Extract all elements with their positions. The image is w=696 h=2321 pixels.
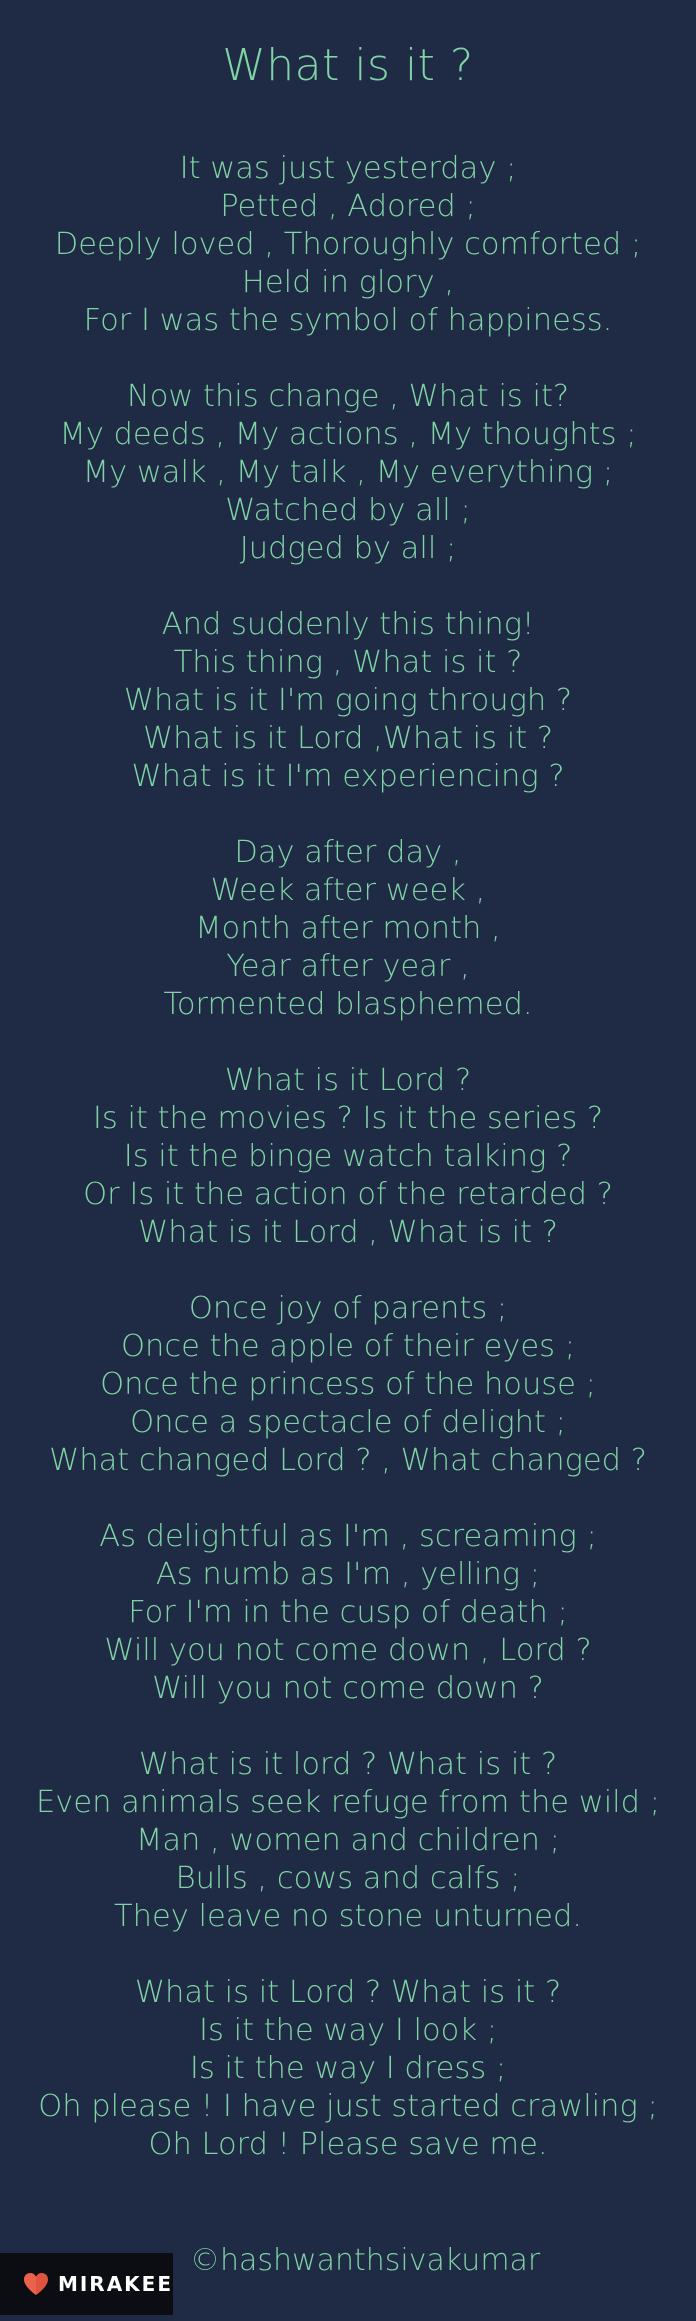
poem-line: Now this change , What is it? [126,379,570,414]
poem-line: Year after year , [226,949,470,984]
stanza: What is it Lord ? What is it ? Is it the… [0,1974,696,2164]
poem-line: Even animals seek refuge from the wild ; [36,1785,660,1820]
poem-line: And suddenly this thing! [161,607,535,642]
poem-line: This thing , What is it ? [173,645,523,680]
poem-line: Oh please ! I have just started crawling… [38,2089,658,2124]
poem-line: Is it the way I look ; [199,2013,497,2048]
poem-line: Held in glory , [241,265,455,300]
poem-line: For I was the symbol of happiness. [83,303,613,338]
stanza: What is it lord ? What is it ? Even anim… [0,1746,696,1936]
poem-line: What is it Lord ? [224,1063,472,1098]
poem-line: Oh Lord ! Please save me. [148,2127,548,2162]
poem-line: Bulls , cows and calfs ; [175,1861,521,1896]
poem-line: What is it Lord , What is it ? [138,1215,558,1250]
poem-line: Will you not come down , Lord ? [104,1633,592,1668]
poem-line: Or Is it the action of the retarded ? [83,1177,613,1212]
poem-line: What is it Lord ? What is it ? [134,1975,562,2010]
poem-line: Is it the way I dress ; [189,2051,507,2086]
poem-title: What is it ? [222,40,474,91]
brand-name: MIRAKEE [57,2272,173,2296]
poem-line: What is it I'm going through ? [123,683,573,718]
poem-line: Judged by all ; [239,531,457,566]
poem-line: Man , women and children ; [136,1823,560,1858]
poem-line: Once the princess of the house ; [100,1367,596,1402]
poem-line: What changed Lord ? , What changed ? [49,1443,647,1478]
poem-line: Once joy of parents ; [188,1291,508,1326]
poem-line: What is it I'm experiencing ? [131,759,565,794]
poem-line: Month after month , [195,911,501,946]
poem-line: Is it the movies ? Is it the series ? [92,1101,604,1136]
poem-line: Week after week , [210,873,486,908]
poem-line: As delightful as I'm , screaming ; [99,1519,597,1554]
poem-line: Once the apple of their eyes ; [121,1329,575,1364]
poem-line: For I'm in the cusp of death ; [128,1595,568,1630]
poem-line: What is it lord ? What is it ? [138,1747,558,1782]
poem-card: What is it ? It was just yesterday ; Pet… [0,0,696,2321]
stanza: Now this change , What is it? My deeds ,… [0,378,696,568]
heart-icon [23,2269,50,2299]
poem-line: Deeply loved , Thoroughly comforted ; [54,227,642,262]
brand-badge[interactable]: MIRAKEE [0,2253,173,2315]
stanza: What is it Lord ? Is it the movies ? Is … [0,1062,696,1252]
author-handle[interactable]: ©hashwanthsivakumar [190,2239,540,2283]
stanza: Day after day , Week after week , Month … [0,834,696,1024]
poem-line: Is it the binge watch talking ? [123,1139,573,1174]
poem-line: It was just yesterday ; [179,151,517,186]
poem-line: Will you not come down ? [152,1671,544,1706]
poem-body: It was just yesterday ; Petted , Adored … [0,150,696,2202]
poem-line: As numb as I'm , yelling ; [155,1557,541,1592]
stanza: It was just yesterday ; Petted , Adored … [0,150,696,340]
poem-line: Tormented blasphemed. [163,987,533,1022]
poem-line: Once a spectacle of delight ; [130,1405,566,1440]
poem-line: Day after day , [234,835,462,870]
poem-line: What is it Lord ,What is it ? [142,721,554,756]
poem-line: Watched by all ; [225,493,471,528]
poem-line: My walk , My talk , My everything ; [82,455,614,490]
poem-line: Petted , Adored ; [220,189,476,224]
stanza: And suddenly this thing! This thing , Wh… [0,606,696,796]
poem-line: My deeds , My actions , My thoughts ; [59,417,637,452]
stanza: Once joy of parents ; Once the apple of … [0,1290,696,1480]
poem-line: They leave no stone unturned. [114,1899,582,1934]
stanza: As delightful as I'm , screaming ; As nu… [0,1518,696,1708]
